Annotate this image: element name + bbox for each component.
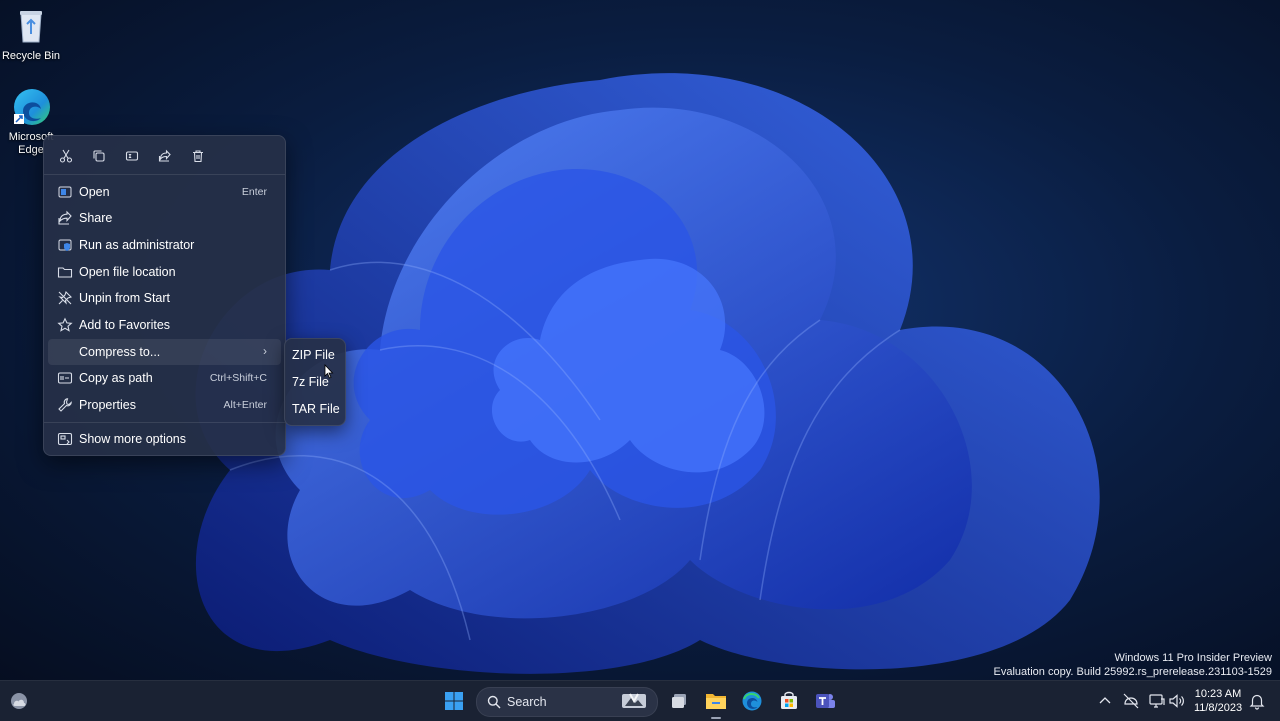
unpin-icon (57, 290, 73, 306)
menu-item-unpin-from-start[interactable]: Unpin from Start (48, 285, 281, 311)
mouse-cursor-icon (324, 364, 334, 379)
teams-icon[interactable] (811, 687, 839, 715)
submenu-item-label: TAR File (292, 402, 340, 416)
quick-actions-bar (54, 144, 210, 168)
store-icon[interactable] (775, 687, 803, 715)
watermark-line-1: Windows 11 Pro Insider Preview (1114, 652, 1272, 664)
task-view-icon[interactable] (665, 687, 693, 715)
network-off-icon[interactable] (1122, 692, 1140, 710)
search-icon (487, 695, 501, 709)
watermark-line-2: Evaluation copy. Build 25992.rs_prerelea… (993, 666, 1272, 678)
share-icon[interactable] (153, 144, 177, 168)
menu-item-shortcut: Enter (241, 186, 267, 198)
desktop-icon-recycle-bin[interactable]: Recycle Bin (0, 6, 66, 63)
menu-item-show-more-options[interactable]: Show more options (48, 426, 281, 452)
recycle-bin-icon (11, 6, 51, 46)
chevron-right-icon: › (263, 344, 267, 358)
menu-item-add-to-favorites[interactable]: Add to Favorites (48, 312, 281, 338)
widgets-weather-icon[interactable] (5, 687, 33, 715)
submenu-item-tar[interactable]: TAR File (289, 397, 341, 421)
menu-item-label: Add to Favorites (79, 318, 171, 332)
start-icon[interactable] (440, 687, 468, 715)
menu-item-shortcut: Alt+Enter (223, 399, 267, 411)
menu-item-compress-to[interactable]: Compress to... › (48, 339, 281, 365)
display-icon[interactable] (1148, 692, 1166, 710)
more-options-icon (57, 431, 73, 447)
delete-icon[interactable] (186, 144, 210, 168)
taskbar: Search 10:23 AM 11/8/2023 (0, 680, 1280, 721)
chevron-up-icon[interactable] (1096, 692, 1114, 710)
volume-icon[interactable] (1168, 692, 1186, 710)
compress-submenu: ZIP File 7z File TAR File (284, 338, 346, 426)
menu-item-label: Show more options (79, 432, 187, 446)
menu-item-open-file-location[interactable]: Open file location (48, 259, 281, 285)
menu-item-run-as-administrator[interactable]: Run as administrator (48, 232, 281, 258)
active-app-indicator (711, 717, 721, 719)
copy-icon[interactable] (87, 144, 111, 168)
search-label: Search (507, 695, 547, 709)
menu-item-open[interactable]: Open Enter (48, 179, 281, 205)
shield-icon (57, 237, 73, 253)
star-icon (57, 317, 73, 333)
context-menu: Open Enter Share Run as administrator Op… (43, 135, 286, 456)
menu-item-label: Properties (79, 398, 136, 412)
share-icon (57, 210, 73, 226)
menu-item-label: Open (79, 185, 110, 199)
wrench-icon (57, 397, 73, 413)
menu-item-label: Unpin from Start (79, 291, 171, 305)
rename-icon[interactable] (120, 144, 144, 168)
taskbar-clock[interactable]: 10:23 AM 11/8/2023 (1190, 687, 1246, 715)
search-highlight-icon (622, 693, 646, 708)
clock-date: 11/8/2023 (1193, 702, 1243, 714)
menu-item-copy-as-path[interactable]: Copy as path Ctrl+Shift+C (48, 365, 281, 391)
edge-icon[interactable] (738, 687, 766, 715)
file-explorer-icon[interactable] (702, 687, 730, 715)
menu-item-label: Copy as path (79, 371, 153, 385)
desktop-icon-label: Recycle Bin (1, 50, 61, 62)
menu-separator (44, 422, 285, 423)
submenu-item-label: ZIP File (292, 348, 335, 362)
menu-separator (44, 174, 285, 175)
edge-icon (11, 87, 51, 127)
cut-icon[interactable] (54, 144, 78, 168)
menu-item-properties[interactable]: Properties Alt+Enter (48, 392, 281, 418)
menu-item-share[interactable]: Share (48, 205, 281, 231)
bell-icon[interactable] (1248, 692, 1266, 710)
folder-icon (57, 264, 73, 280)
taskbar-search-box[interactable]: Search (476, 687, 658, 717)
evaluation-watermark: Windows 11 Pro Insider Preview Evaluatio… (994, 651, 1272, 679)
menu-item-label: Open file location (79, 265, 176, 279)
open-icon (57, 184, 73, 200)
menu-item-label: Share (79, 211, 113, 225)
menu-item-shortcut: Ctrl+Shift+C (209, 372, 267, 384)
menu-item-label: Run as administrator (79, 238, 195, 252)
clock-time: 10:23 AM (1194, 688, 1242, 700)
menu-item-label: Compress to... (79, 345, 161, 359)
copy-path-icon (57, 370, 73, 386)
